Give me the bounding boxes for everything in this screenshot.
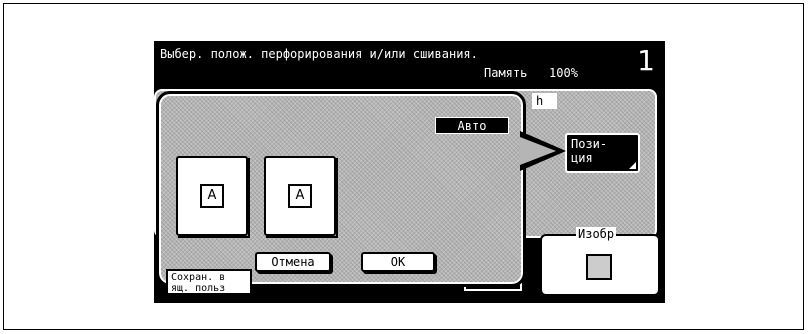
bottom-bar (254, 287, 460, 295)
punch-left-icon: A (200, 184, 224, 208)
punch-left-option-button[interactable]: A (176, 156, 250, 238)
ok-button[interactable]: OK (361, 252, 435, 272)
panel-tab-label: h (532, 93, 558, 109)
document-icon (586, 254, 612, 280)
corner-marker-icon (629, 162, 636, 169)
position-button-label: Пози- ция (571, 137, 608, 165)
memory-status: Память 100% (484, 66, 578, 80)
save-label: Сохран. в ящ. польз (171, 272, 226, 294)
doc-letter: A (295, 188, 305, 203)
doc-letter: A (207, 188, 217, 203)
cancel-button[interactable]: Отмена (255, 252, 331, 272)
image-button[interactable]: Изобр (540, 227, 660, 296)
control-panel-screen: Выбер. полож. перфорирования и/или сшива… (154, 41, 665, 303)
page-number: 1 (637, 44, 655, 77)
punch-top-option-button[interactable]: A (264, 156, 338, 238)
image-label: Изобр (576, 227, 617, 241)
auto-button[interactable]: Авто (435, 117, 509, 134)
save-to-user-box-button[interactable]: Сохран. в ящ. польз (166, 269, 252, 295)
punch-top-icon: A (288, 184, 312, 208)
position-button[interactable]: Пози- ция (565, 133, 640, 173)
popup-pointer-fill (520, 137, 556, 165)
instruction-text: Выбер. полож. перфорирования и/или сшива… (160, 47, 478, 61)
